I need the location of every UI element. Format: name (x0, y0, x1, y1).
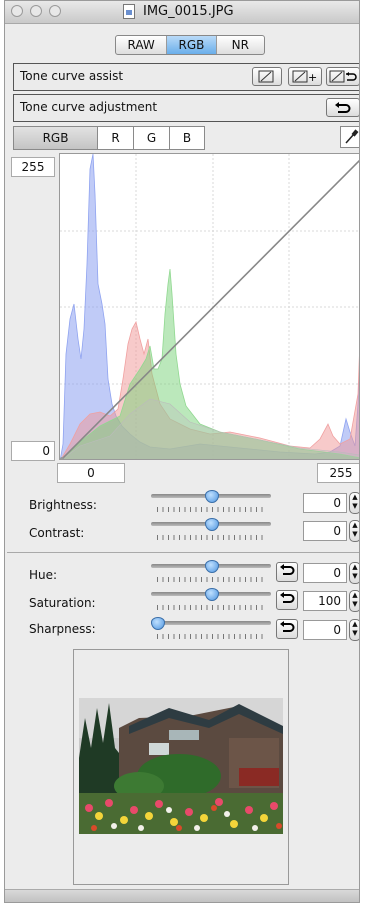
graph-y-min-label: 0 (11, 441, 55, 461)
tone-curve-assist-label: Tone curve assist (20, 69, 124, 83)
preview-image (79, 698, 283, 834)
contrast-ticks (157, 535, 267, 540)
saturation-stepper[interactable]: ▲ ▼ (349, 590, 359, 612)
zoom-window-button[interactable] (49, 5, 61, 17)
channel-tabs: RGB R G B (13, 126, 205, 150)
undo-icon (335, 101, 351, 113)
window-title: IMG_0015.JPG (143, 4, 234, 19)
curve-assist-undo-icon (329, 70, 357, 83)
sharpness-ticks (157, 634, 267, 639)
tab-raw[interactable]: RAW (116, 36, 168, 54)
brightness-stepper[interactable]: ▲ ▼ (349, 492, 359, 514)
brightness-value[interactable]: 0 (303, 493, 347, 513)
tone-curve-reset-button[interactable] (326, 98, 359, 117)
histogram-curve-svg (60, 154, 359, 459)
curve-assist-plus-button[interactable]: + (288, 67, 322, 86)
tone-curve-graph[interactable] (59, 153, 359, 460)
graph-x-min-label: 0 (57, 463, 125, 483)
tab-channel-b[interactable]: B (169, 126, 205, 150)
brightness-slider-thumb[interactable] (205, 490, 219, 503)
eyedropper-icon (345, 129, 359, 144)
contrast-stepper[interactable]: ▲ ▼ (349, 520, 359, 542)
undo-icon (280, 592, 295, 603)
curve-assist-icon (258, 70, 274, 83)
hue-reset-button[interactable] (276, 562, 298, 582)
saturation-reset-button[interactable] (276, 590, 298, 610)
hue-slider-thumb[interactable] (205, 560, 219, 573)
sharpness-label: Sharpness: (29, 622, 96, 636)
tone-curve-assist-panel: Tone curve assist + (13, 63, 359, 91)
tone-curve-adjustment-panel: Tone curve adjustment (13, 94, 359, 122)
image-file-icon (123, 4, 135, 19)
contrast-slider-thumb[interactable] (205, 518, 219, 531)
curve-assist-plus-icon: + (292, 70, 317, 83)
sharpness-reset-button[interactable] (276, 619, 298, 639)
curve-assist-reset-button[interactable] (252, 67, 282, 86)
bottom-bar (5, 889, 359, 902)
saturation-value[interactable]: 100 (303, 591, 347, 611)
sharpness-track[interactable] (151, 621, 271, 625)
saturation-label: Saturation: (29, 596, 96, 610)
curve-assist-undo-button[interactable] (326, 67, 359, 86)
tab-channel-r[interactable]: R (97, 126, 133, 150)
contrast-value[interactable]: 0 (303, 521, 347, 541)
saturation-ticks (157, 605, 267, 610)
sharpness-slider-thumb[interactable] (151, 617, 165, 630)
tab-channel-rgb[interactable]: RGB (13, 126, 97, 150)
undo-icon (280, 621, 295, 632)
section-divider (7, 552, 359, 553)
hue-stepper[interactable]: ▲ ▼ (349, 562, 359, 584)
hue-ticks (157, 577, 267, 582)
eyedropper-button[interactable] (340, 126, 359, 148)
mode-tabs: RAW RGB NR (115, 35, 265, 55)
tab-rgb[interactable]: RGB (167, 36, 217, 54)
contrast-label: Contrast: (29, 526, 85, 540)
window: IMG_0015.JPG RAW RGB NR Tone curve assis… (4, 0, 360, 903)
undo-icon (280, 564, 295, 575)
tab-channel-g[interactable]: G (133, 126, 169, 150)
tone-curve-adjustment-label: Tone curve adjustment (20, 100, 158, 114)
svg-text:+: + (308, 71, 317, 83)
saturation-slider-thumb[interactable] (205, 588, 219, 601)
hue-value[interactable]: 0 (303, 563, 347, 583)
sharpness-value[interactable]: 0 (303, 620, 347, 640)
graph-y-max-label: 255 (11, 157, 55, 177)
brightness-ticks (157, 507, 267, 512)
minimize-window-button[interactable] (30, 5, 42, 17)
title-bar: IMG_0015.JPG (5, 1, 359, 24)
hue-label: Hue: (29, 568, 58, 582)
close-window-button[interactable] (11, 5, 23, 17)
brightness-label: Brightness: (29, 498, 97, 512)
tab-nr[interactable]: NR (217, 36, 264, 54)
sharpness-stepper[interactable]: ▲ ▼ (349, 619, 359, 641)
graph-x-max-label: 255 (317, 463, 359, 483)
